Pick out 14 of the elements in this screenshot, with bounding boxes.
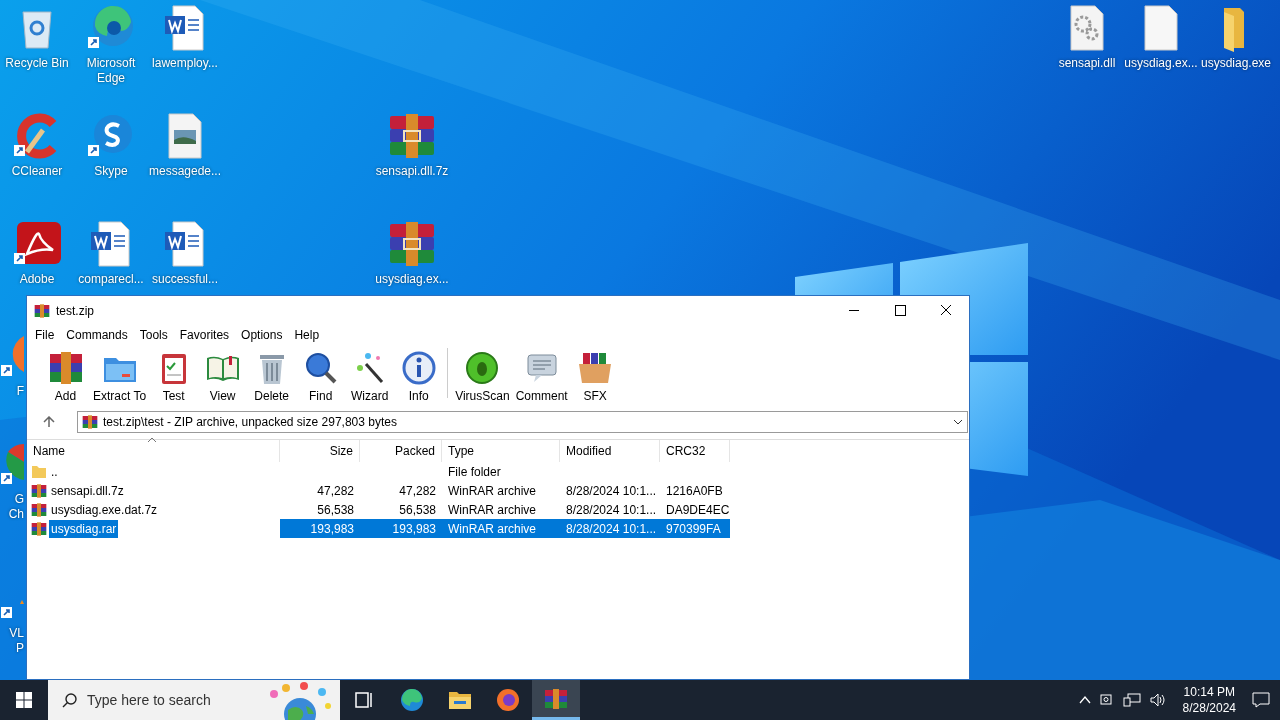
- archive-icon: [544, 686, 568, 711]
- speaker-icon[interactable]: [1148, 692, 1167, 708]
- clock-time[interactable]: 10:14 PM: [1183, 684, 1235, 700]
- network-icon[interactable]: [1122, 692, 1141, 708]
- clock-date[interactable]: 8/28/2024: [1182, 700, 1236, 716]
- search-icon: [62, 692, 78, 708]
- browser-swirl-icon: [400, 688, 424, 712]
- windows-logo-icon[interactable]: [16, 692, 32, 708]
- fox-globe-icon: [496, 688, 520, 712]
- taskbar-button[interactable]: [532, 680, 580, 720]
- chevron-up-icon[interactable]: [1078, 696, 1091, 704]
- camera-icon[interactable]: [1098, 692, 1115, 708]
- search-field[interactable]: Type here to search: [48, 680, 340, 720]
- notification-icon[interactable]: [1252, 691, 1270, 709]
